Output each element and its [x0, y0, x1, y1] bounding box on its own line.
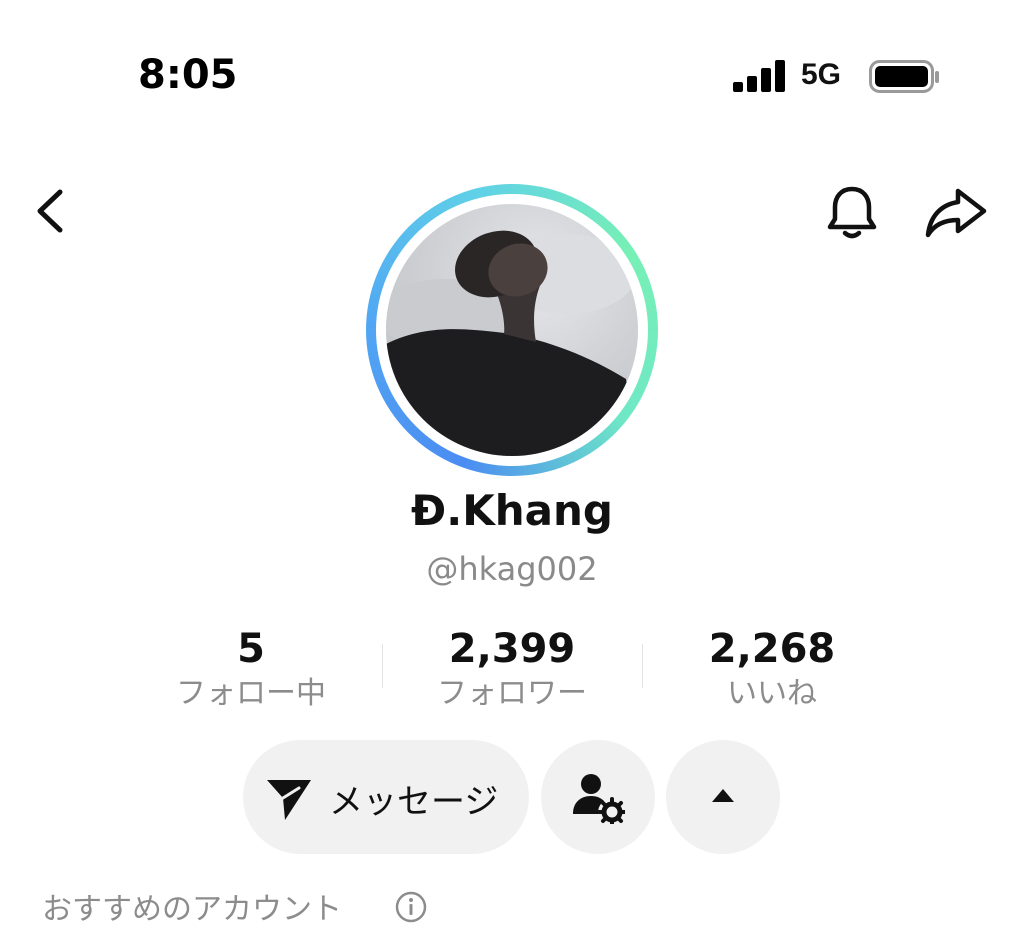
followers-stat[interactable]: 2,399 フォロワー [382, 624, 642, 714]
signal-icon [733, 58, 789, 94]
avatar-story-ring[interactable] [366, 184, 658, 476]
following-label: フォロー中 [176, 676, 326, 711]
profile-settings-button[interactable] [541, 740, 655, 854]
message-button[interactable]: メッセージ [243, 740, 529, 854]
person-gear-icon [573, 774, 625, 824]
avatar [386, 204, 638, 456]
suggested-accounts-heading: おすすめのアカウント [42, 892, 342, 927]
profile-screen: 8:05 5G Đ.Khang @hkag002 5 フォロー中 2,399 フ… [0, 0, 1024, 944]
username: @hkag002 [426, 550, 598, 588]
likes-stat[interactable]: 2,268 いいね [642, 624, 902, 714]
followers-label: フォロワー [437, 676, 587, 711]
likes-count: 2,268 [708, 626, 836, 672]
battery-icon [869, 60, 939, 93]
bell-icon[interactable] [822, 183, 882, 243]
likes-label: いいね [727, 676, 817, 711]
avatar-photo [386, 230, 638, 456]
network-label: 5G [801, 58, 842, 91]
chevron-left-icon[interactable] [30, 186, 74, 236]
info-icon[interactable] [394, 890, 428, 924]
message-button-label: メッセージ [329, 782, 499, 822]
following-stat[interactable]: 5 フォロー中 [121, 624, 381, 714]
followers-count: 2,399 [448, 626, 576, 672]
send-icon [267, 780, 311, 820]
following-count: 5 [237, 626, 265, 672]
status-time: 8:05 [138, 52, 238, 98]
display-name: Đ.Khang [411, 486, 613, 535]
caret-up-icon [712, 789, 734, 802]
share-arrow-icon[interactable] [922, 183, 988, 243]
expand-suggestions-button[interactable] [666, 740, 780, 854]
